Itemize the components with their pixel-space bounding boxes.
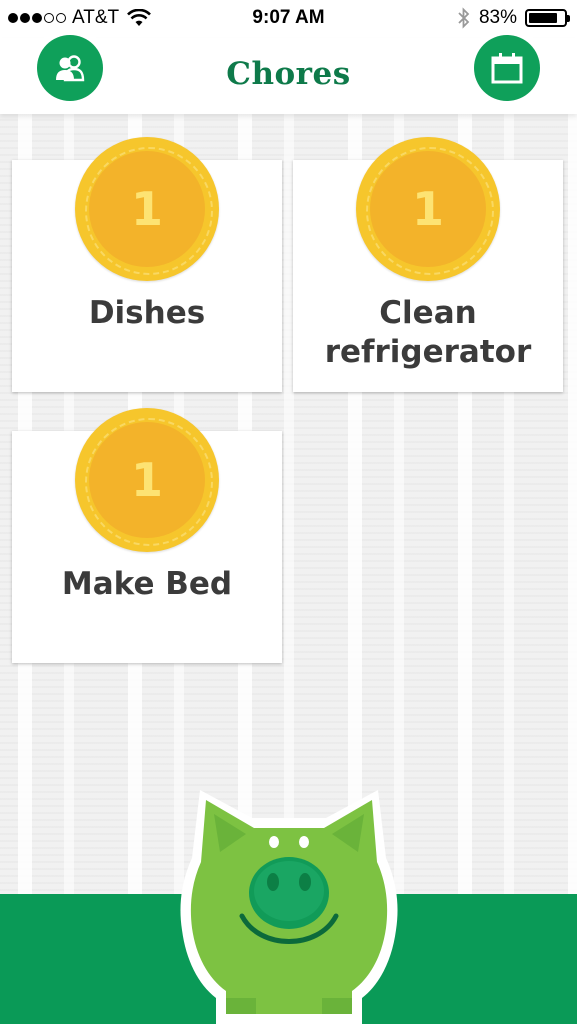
family-members-button[interactable] xyxy=(30,28,110,108)
coin-value: 1 xyxy=(370,151,486,267)
coin-value: 1 xyxy=(89,151,205,267)
coin-icon: 1 xyxy=(75,137,219,281)
battery-icon xyxy=(525,9,570,27)
users-icon xyxy=(56,55,85,82)
piggy-bank-icon[interactable] xyxy=(180,788,398,1024)
chore-name: Clean refrigerator xyxy=(324,295,532,370)
coin-icon: 1 xyxy=(75,408,219,552)
calendar-icon xyxy=(491,53,523,84)
battery-percent: 83% xyxy=(478,7,517,28)
chore-name: Make Bed xyxy=(61,566,233,602)
bluetooth-icon xyxy=(458,7,470,29)
chore-name: Dishes xyxy=(88,295,206,331)
status-right: 83% xyxy=(457,7,570,29)
battery-fill xyxy=(529,13,558,23)
coin-value: 1 xyxy=(89,422,205,538)
coin-icon: 1 xyxy=(356,137,500,281)
calendar-button[interactable] xyxy=(467,28,547,108)
